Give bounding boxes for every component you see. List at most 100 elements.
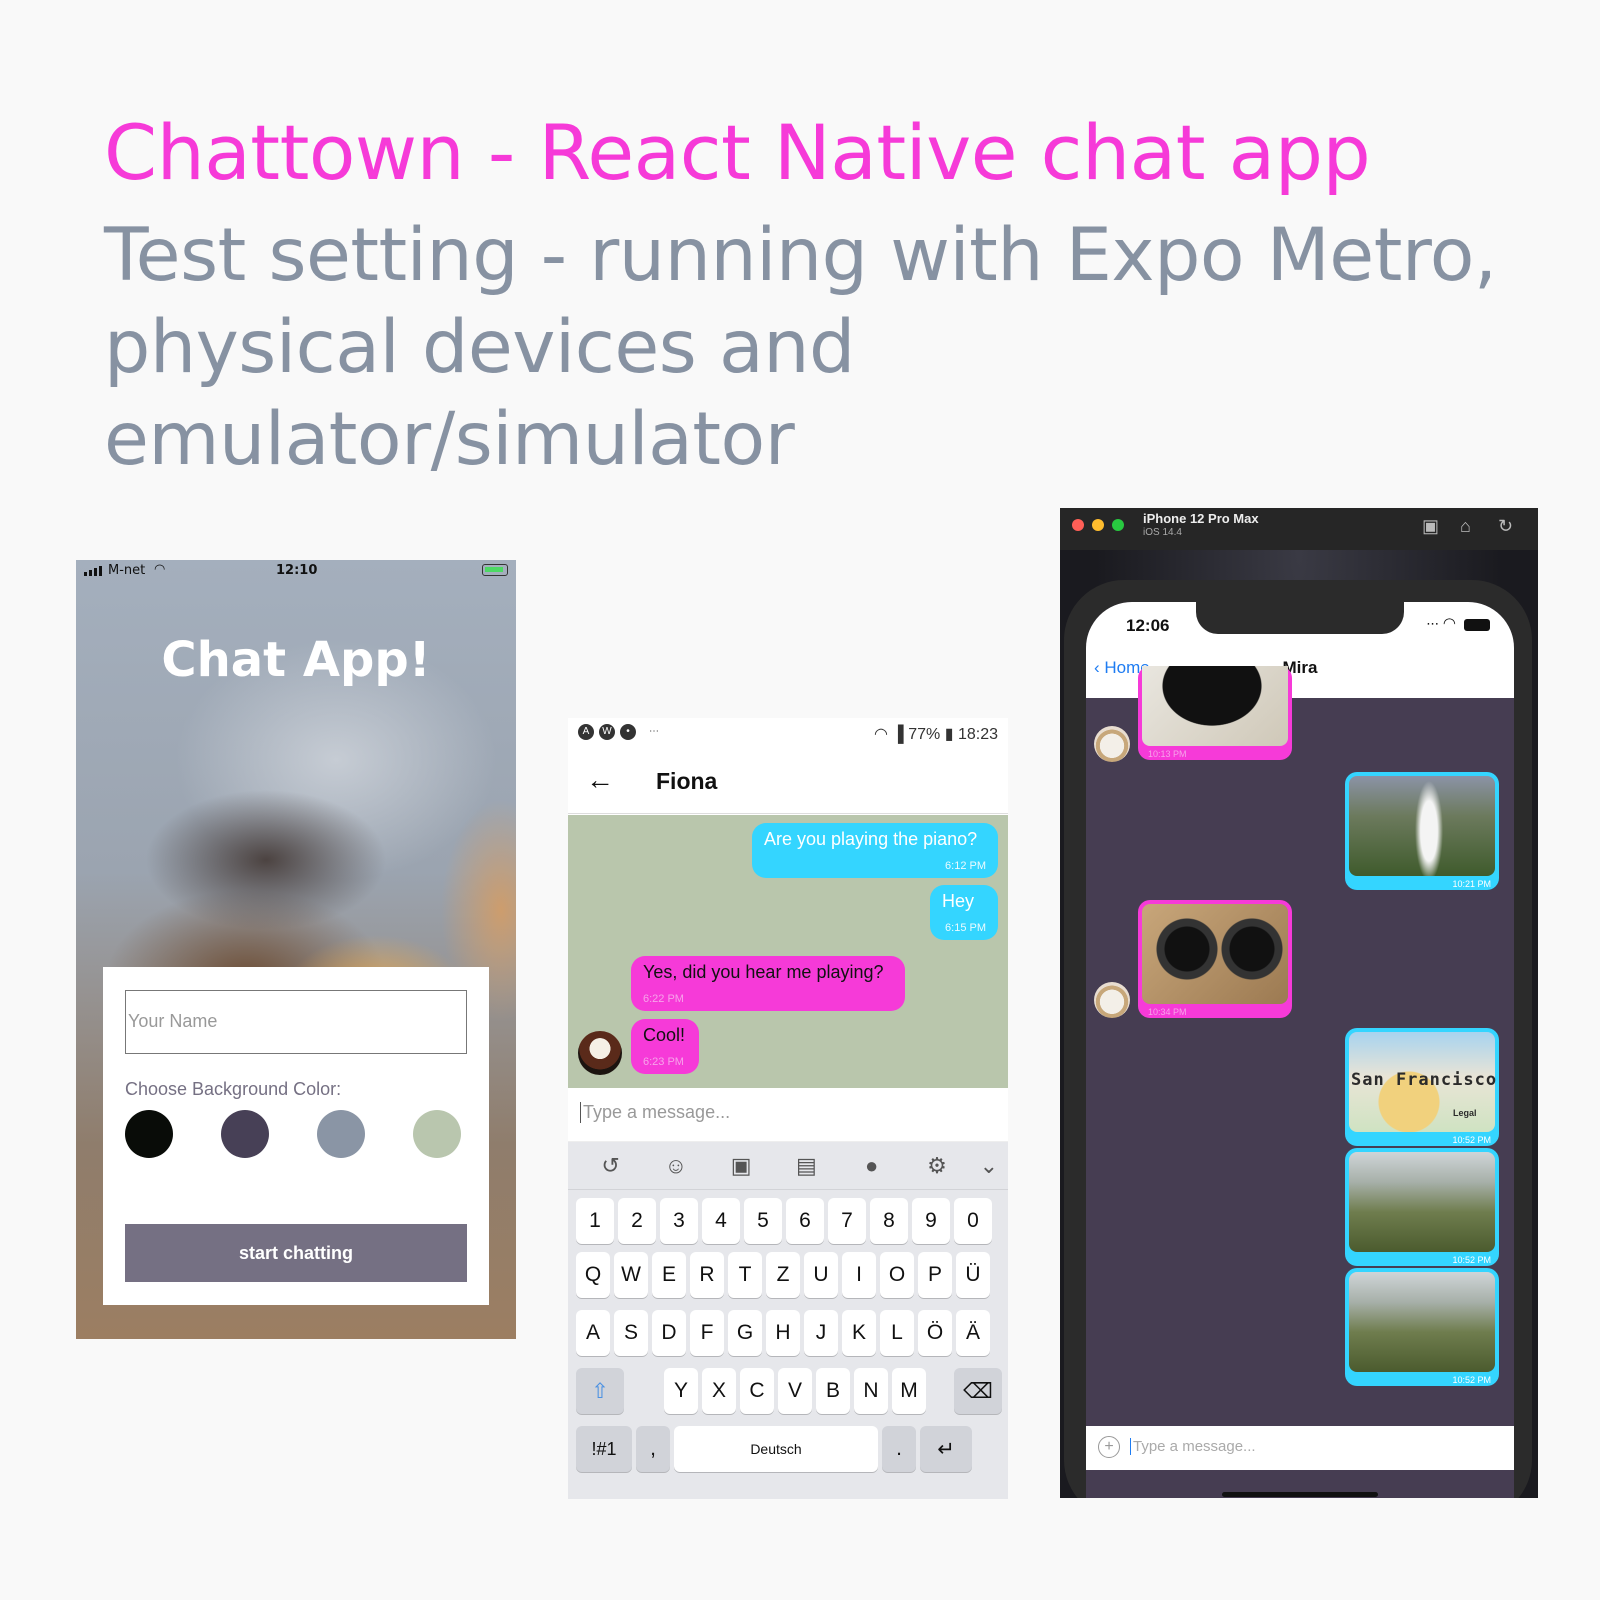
key-e[interactable]: E bbox=[652, 1252, 686, 1298]
shift-key[interactable]: ⇧ bbox=[576, 1368, 624, 1414]
chat-header: ← Fiona bbox=[568, 748, 1008, 814]
emoji-icon[interactable]: ☺ bbox=[643, 1153, 708, 1179]
key-y[interactable]: Y bbox=[664, 1368, 698, 1414]
app-notification-icon: A bbox=[578, 724, 594, 740]
image-message[interactable]: 10:52 PM bbox=[1345, 1268, 1499, 1386]
image-message[interactable]: 10:34 PM bbox=[1138, 900, 1292, 1018]
key-z[interactable]: Z bbox=[766, 1252, 800, 1298]
key-n[interactable]: N bbox=[854, 1368, 888, 1414]
image-message[interactable]: 10:13 PM bbox=[1138, 666, 1292, 760]
key-3[interactable]: 3 bbox=[660, 1198, 698, 1244]
key-o[interactable]: O bbox=[880, 1252, 914, 1298]
key-0[interactable]: 0 bbox=[954, 1198, 992, 1244]
key-6[interactable]: 6 bbox=[786, 1198, 824, 1244]
keyboard-row-4: !#1 , Deutsch . ↵ bbox=[576, 1426, 972, 1472]
map-message[interactable]: San Francisco Legal 10:52 PM bbox=[1345, 1028, 1499, 1146]
key-q[interactable]: Q bbox=[576, 1252, 610, 1298]
key-ä[interactable]: Ä bbox=[956, 1310, 990, 1356]
key-ü[interactable]: Ü bbox=[956, 1252, 990, 1298]
key-l[interactable]: L bbox=[880, 1310, 914, 1356]
key-u[interactable]: U bbox=[804, 1252, 838, 1298]
message-list[interactable]: Are you playing the piano? 6:12 PM Hey 6… bbox=[568, 815, 1008, 1088]
minimize-window-button[interactable] bbox=[1092, 519, 1104, 531]
key-t[interactable]: T bbox=[728, 1252, 762, 1298]
key-v[interactable]: V bbox=[778, 1368, 812, 1414]
enter-key[interactable]: ↵ bbox=[920, 1426, 972, 1472]
key-b[interactable]: B bbox=[816, 1368, 850, 1414]
translate-icon[interactable]: ↺ bbox=[578, 1153, 643, 1179]
composer: Type a message... bbox=[568, 1088, 1008, 1142]
message-input[interactable]: Type a message... bbox=[1130, 1438, 1256, 1455]
key-d[interactable]: D bbox=[652, 1310, 686, 1356]
color-swatch-purple[interactable] bbox=[221, 1110, 269, 1158]
image-message[interactable]: 10:52 PM bbox=[1345, 1148, 1499, 1266]
os-version: iOS 14.4 bbox=[1143, 527, 1182, 538]
signal-icon bbox=[84, 566, 102, 576]
message-time: 6:23 PM bbox=[643, 1056, 684, 1068]
key-c[interactable]: C bbox=[740, 1368, 774, 1414]
message-image bbox=[1142, 904, 1288, 1004]
key-p[interactable]: P bbox=[918, 1252, 952, 1298]
key-8[interactable]: 8 bbox=[870, 1198, 908, 1244]
key-w[interactable]: W bbox=[614, 1252, 648, 1298]
simulator-titlebar: iPhone 12 Pro Max iOS 14.4 ▣ ⌂ ↻ bbox=[1060, 508, 1538, 550]
status-time: 12:10 bbox=[276, 563, 318, 578]
key-4[interactable]: 4 bbox=[702, 1198, 740, 1244]
map-legal-link[interactable]: Legal bbox=[1453, 1108, 1477, 1118]
home-icon[interactable]: ⌂ bbox=[1460, 516, 1471, 537]
name-input[interactable]: Your Name bbox=[125, 990, 467, 1054]
sticker-icon[interactable]: ▣ bbox=[709, 1153, 774, 1179]
key-9[interactable]: 9 bbox=[912, 1198, 950, 1244]
message-time: 10:52 PM bbox=[1452, 1135, 1491, 1145]
home-indicator bbox=[1222, 1492, 1378, 1497]
key-ö[interactable]: Ö bbox=[918, 1310, 952, 1356]
login-card: Your Name Choose Background Color: start… bbox=[103, 967, 489, 1305]
key-r[interactable]: R bbox=[690, 1252, 724, 1298]
ios-start-screen: M-net ◠ 12:10 Chat App! Your Name Choose… bbox=[76, 560, 516, 1339]
key-a[interactable]: A bbox=[576, 1310, 610, 1356]
settings-gear-icon[interactable]: ⚙ bbox=[904, 1153, 969, 1179]
key-i[interactable]: I bbox=[842, 1252, 876, 1298]
zoom-window-button[interactable] bbox=[1112, 519, 1124, 531]
microphone-icon[interactable]: ● bbox=[839, 1153, 904, 1179]
back-arrow-icon[interactable]: ← bbox=[586, 764, 614, 796]
color-swatch-grey[interactable] bbox=[317, 1110, 365, 1158]
symbols-key[interactable]: !#1 bbox=[576, 1426, 632, 1472]
chevron-down-icon[interactable]: ⌄ bbox=[970, 1153, 1008, 1179]
battery-percent: 77% bbox=[908, 726, 941, 743]
key-j[interactable]: J bbox=[804, 1310, 838, 1356]
message-image bbox=[1349, 776, 1495, 876]
keyboard-row-numbers: 1234567890 bbox=[576, 1198, 992, 1244]
close-window-button[interactable] bbox=[1072, 519, 1084, 531]
key-k[interactable]: K bbox=[842, 1310, 876, 1356]
key-g[interactable]: G bbox=[728, 1310, 762, 1356]
message-text: Hey bbox=[942, 891, 975, 911]
color-swatch-green[interactable] bbox=[413, 1110, 461, 1158]
image-message[interactable]: 10:21 PM bbox=[1345, 772, 1499, 890]
screenshot-icon[interactable]: ▣ bbox=[1422, 516, 1439, 537]
simulator-body: 12:06 ∙∙∙ ◠ ‹ Home Mira 10:13 PM 10:21 P… bbox=[1060, 550, 1538, 1498]
rotate-icon[interactable]: ↻ bbox=[1498, 516, 1513, 537]
key-s[interactable]: S bbox=[614, 1310, 648, 1356]
key-7[interactable]: 7 bbox=[828, 1198, 866, 1244]
message-time: 10:34 PM bbox=[1148, 1007, 1187, 1017]
message-input[interactable]: Type a message... bbox=[580, 1102, 730, 1123]
ios-chat-screen: 12:06 ∙∙∙ ◠ ‹ Home Mira 10:13 PM 10:21 P… bbox=[1086, 602, 1514, 1498]
color-swatch-black[interactable] bbox=[125, 1110, 173, 1158]
key-x[interactable]: X bbox=[702, 1368, 736, 1414]
start-chatting-button[interactable]: start chatting bbox=[125, 1224, 467, 1282]
message-bubble: Are you playing the piano? 6:12 PM bbox=[752, 823, 998, 878]
gif-icon[interactable]: ▤ bbox=[774, 1153, 839, 1179]
add-action-icon[interactable]: + bbox=[1098, 1436, 1120, 1458]
period-key[interactable]: . bbox=[882, 1426, 916, 1472]
key-1[interactable]: 1 bbox=[576, 1198, 614, 1244]
backspace-key[interactable]: ⌫ bbox=[954, 1368, 1002, 1414]
key-h[interactable]: H bbox=[766, 1310, 800, 1356]
message-text: Yes, did you hear me playing? bbox=[643, 962, 884, 982]
key-5[interactable]: 5 bbox=[744, 1198, 782, 1244]
space-key[interactable]: Deutsch bbox=[674, 1426, 878, 1472]
key-2[interactable]: 2 bbox=[618, 1198, 656, 1244]
key-m[interactable]: M bbox=[892, 1368, 926, 1414]
key-f[interactable]: F bbox=[690, 1310, 724, 1356]
comma-key[interactable]: , bbox=[636, 1426, 670, 1472]
